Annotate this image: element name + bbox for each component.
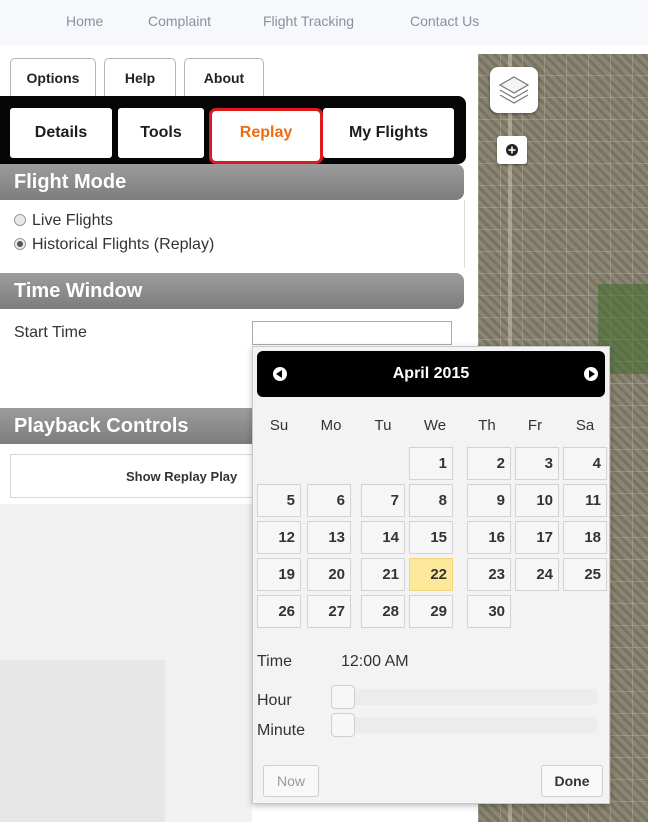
live-flights-label: Live Flights <box>32 212 113 229</box>
time-value: 12:00 AM <box>341 653 409 670</box>
calendar-day[interactable]: 8 <box>409 484 453 517</box>
help-button[interactable]: Help <box>104 58 176 97</box>
historical-flights-label: Historical Flights (Replay) <box>32 236 215 253</box>
hour-label: Hour <box>257 692 292 709</box>
done-button[interactable]: Done <box>541 765 603 797</box>
nav-flight-tracking[interactable]: Flight Tracking <box>263 13 354 29</box>
calendar-day[interactable]: 19 <box>257 558 301 591</box>
calendar-day[interactable]: 16 <box>467 521 511 554</box>
calendar-day[interactable]: 6 <box>307 484 351 517</box>
datepicker-month-title: April 2015 <box>392 365 470 382</box>
calendar-day[interactable]: 15 <box>409 521 453 554</box>
layers-icon <box>498 76 530 104</box>
live-flights-option[interactable]: Live Flights <box>14 212 113 230</box>
start-time-input[interactable] <box>252 321 452 345</box>
nav-contact-us[interactable]: Contact Us <box>410 13 479 29</box>
weekday-th: Th <box>478 417 496 434</box>
start-time-label: Start Time <box>14 324 87 341</box>
weekday-fr: Fr <box>527 417 543 434</box>
calendar-day[interactable]: 17 <box>515 521 559 554</box>
weekday-mo: Mo <box>320 417 342 434</box>
historical-flights-option[interactable]: Historical Flights (Replay) <box>14 236 214 254</box>
calendar-day[interactable]: 7 <box>361 484 405 517</box>
calendar-day[interactable]: 20 <box>307 558 351 591</box>
calendar-day[interactable]: 29 <box>409 595 453 628</box>
flight-mode-header[interactable]: Flight Mode <box>0 164 464 200</box>
nav-complaint[interactable]: Complaint <box>148 13 211 29</box>
hour-slider-handle[interactable] <box>331 685 355 709</box>
weekday-sa: Sa <box>575 417 595 434</box>
map-zoom-button[interactable] <box>497 136 527 164</box>
calendar-day[interactable]: 1 <box>409 447 453 480</box>
options-button[interactable]: Options <box>10 58 96 97</box>
about-button[interactable]: About <box>184 58 264 97</box>
tab-details[interactable]: Details <box>10 108 112 158</box>
panel-background-lower <box>0 660 165 822</box>
flight-mode-panel <box>0 200 465 268</box>
calendar-day[interactable]: 26 <box>257 595 301 628</box>
minute-slider-handle[interactable] <box>331 713 355 737</box>
calendar-day[interactable]: 28 <box>361 595 405 628</box>
calendar-day[interactable]: 27 <box>307 595 351 628</box>
tab-my-flights[interactable]: My Flights <box>323 108 454 158</box>
calendar-day[interactable]: 14 <box>361 521 405 554</box>
now-button[interactable]: Now <box>263 765 319 797</box>
next-month-icon[interactable] <box>584 367 598 381</box>
weekday-tu: Tu <box>374 417 392 434</box>
calendar-day[interactable]: 25 <box>563 558 607 591</box>
hour-slider[interactable] <box>341 689 597 705</box>
calendar-day[interactable]: 3 <box>515 447 559 480</box>
calendar-day[interactable]: 13 <box>307 521 351 554</box>
live-flights-radio[interactable] <box>14 214 26 226</box>
datepicker-header: April 2015 <box>257 351 605 397</box>
calendar-day[interactable]: 22 <box>409 558 453 591</box>
calendar-day[interactable]: 23 <box>467 558 511 591</box>
historical-flights-radio[interactable] <box>14 238 26 250</box>
calendar-day[interactable]: 9 <box>467 484 511 517</box>
prev-month-icon[interactable] <box>273 367 287 381</box>
calendar-day[interactable]: 10 <box>515 484 559 517</box>
calendar-day[interactable]: 30 <box>467 595 511 628</box>
calendar-day[interactable]: 12 <box>257 521 301 554</box>
minute-label: Minute <box>257 722 306 739</box>
calendar-day[interactable]: 2 <box>467 447 511 480</box>
calendar-day[interactable]: 21 <box>361 558 405 591</box>
time-window-header[interactable]: Time Window <box>0 273 464 309</box>
calendar-day[interactable]: 18 <box>563 521 607 554</box>
calendar-day[interactable]: 5 <box>257 484 301 517</box>
calendar-day[interactable]: 24 <box>515 558 559 591</box>
map-layers-button[interactable] <box>490 67 538 113</box>
calendar-day[interactable]: 11 <box>563 484 607 517</box>
weekday-we: We <box>423 417 447 434</box>
datepicker-popup: April 2015 Su Mo Tu We Th Fr Sa 12345678… <box>252 346 610 804</box>
calendar-day[interactable]: 4 <box>563 447 607 480</box>
tab-replay[interactable]: Replay <box>209 108 323 164</box>
zoom-icon <box>506 144 518 156</box>
weekday-su: Su <box>269 417 289 434</box>
time-label: Time <box>257 653 292 670</box>
tab-tools[interactable]: Tools <box>118 108 204 158</box>
nav-home[interactable]: Home <box>66 13 103 29</box>
minute-slider[interactable] <box>341 717 597 733</box>
top-nav: Home Complaint Flight Tracking Contact U… <box>0 0 648 46</box>
